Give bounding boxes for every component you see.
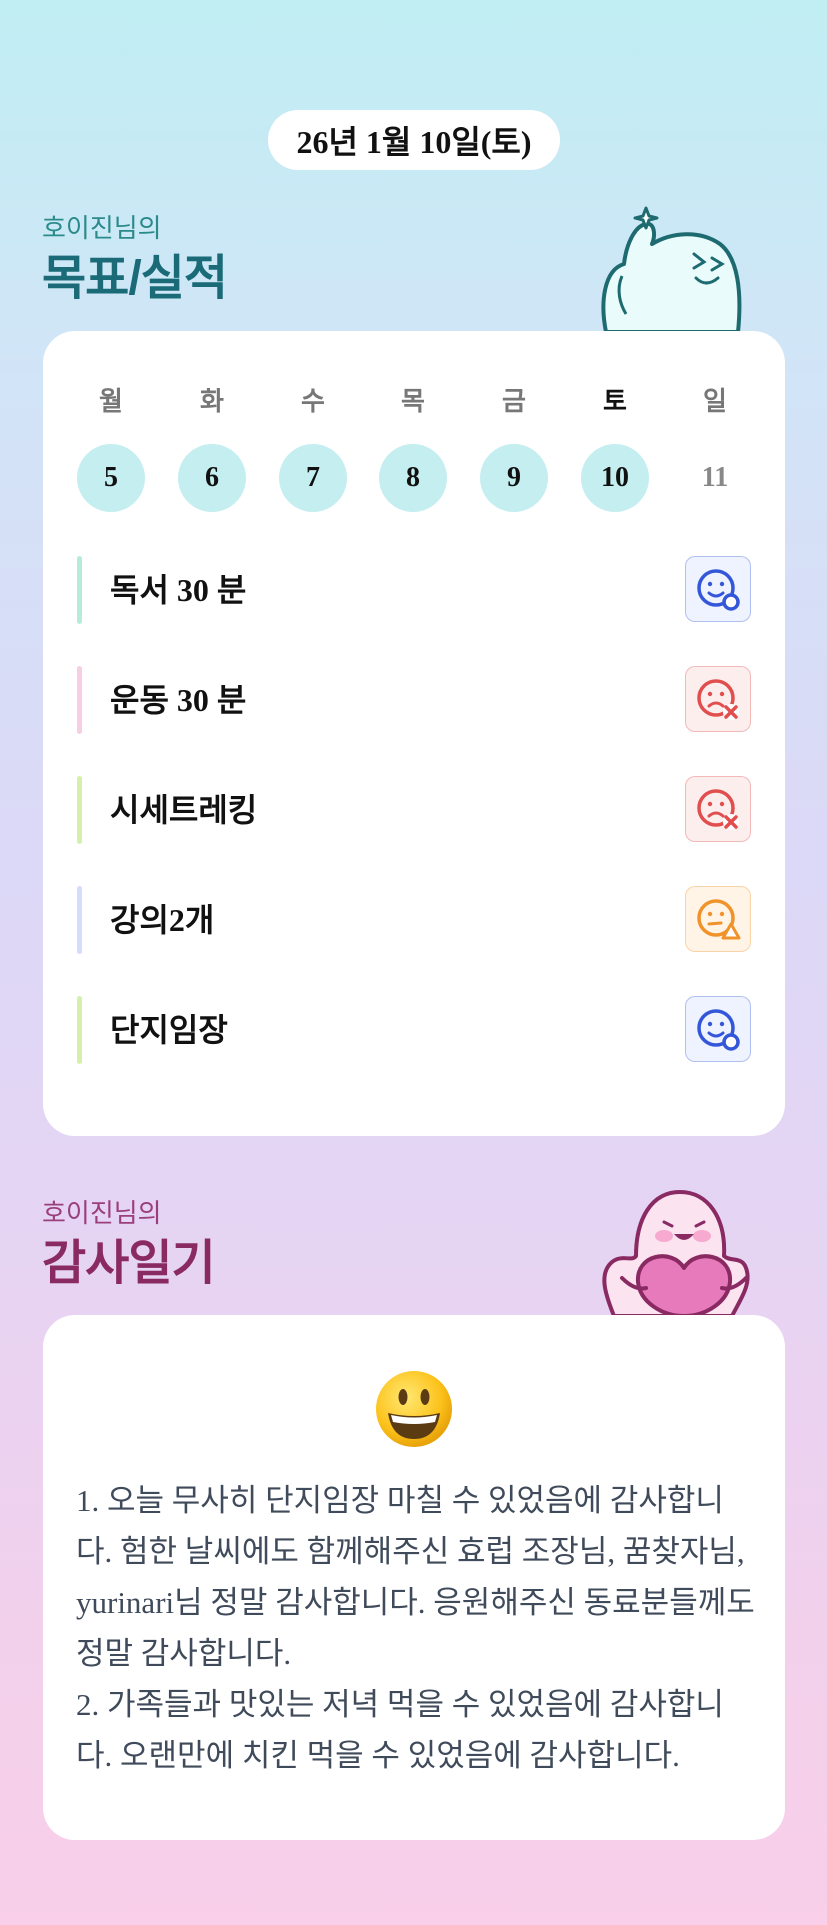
goal-text: 독서 30 분 xyxy=(110,572,247,608)
date-9-button[interactable]: 9 xyxy=(480,444,548,512)
weekday-fri-label: 금 xyxy=(502,386,526,416)
goals-card: 월 화 수 목 금 토 일 5 6 7 8 9 10 11 독서 30 분 운동… xyxy=(43,331,785,1136)
weekday-sat-label: 토 xyxy=(603,386,627,416)
goal-row[interactable]: 운동 30 분 xyxy=(77,666,751,734)
weekday-wed-label: 수 xyxy=(301,386,325,416)
weekday-mon-label: 월 xyxy=(99,386,123,416)
goal-row[interactable]: 시세트레킹 xyxy=(77,776,751,844)
goals-section-title: 목표/실적 xyxy=(42,252,228,305)
goal-color-bar xyxy=(77,666,82,734)
date-5-button[interactable]: 5 xyxy=(77,444,145,512)
weekday-sun-label: 일 xyxy=(703,386,727,416)
goal-text: 운동 30 분 xyxy=(110,682,247,718)
goal-row[interactable]: 강의2개 xyxy=(77,886,751,954)
goal-text: 단지임장 xyxy=(110,1012,228,1048)
gratitude-text: 1. 오늘 무사히 단지임장 마칠 수 있었음에 감사합니다. 험한 날씨에도 … xyxy=(76,1483,755,1773)
gratitude-card: 1. 오늘 무사히 단지임장 마칠 수 있었음에 감사합니다. 험한 날씨에도 … xyxy=(43,1315,785,1840)
sad-x-icon[interactable] xyxy=(685,776,751,842)
grinning-face-icon xyxy=(376,1371,452,1447)
heart-hugging-mascot-icon xyxy=(602,1190,750,1316)
goal-row[interactable]: 독서 30 분 xyxy=(77,556,751,624)
goal-text: 시세트레킹 xyxy=(110,792,258,828)
date-8-button[interactable]: 8 xyxy=(379,444,447,512)
goal-color-bar xyxy=(77,556,82,624)
date-10-button[interactable]: 10 xyxy=(581,444,649,512)
goal-color-bar xyxy=(77,776,82,844)
date-11-button[interactable]: 11 xyxy=(681,444,749,512)
goal-row[interactable]: 단지임장 xyxy=(77,996,751,1064)
neutral-triangle-icon[interactable] xyxy=(685,886,751,952)
date-7-button[interactable]: 7 xyxy=(279,444,347,512)
date-6-button[interactable]: 6 xyxy=(178,444,246,512)
goal-color-bar xyxy=(77,886,82,954)
date-badge: 26년 1월 10일(토) xyxy=(268,110,560,170)
smile-circle-icon[interactable] xyxy=(685,996,751,1062)
waving-mascot-icon xyxy=(601,206,742,332)
goal-color-bar xyxy=(77,996,82,1064)
sad-x-icon[interactable] xyxy=(685,666,751,732)
smile-circle-icon[interactable] xyxy=(685,556,751,622)
weekday-thu-label: 목 xyxy=(401,386,425,416)
weekday-tue-label: 화 xyxy=(200,386,224,416)
gratitude-section-title: 감사일기 xyxy=(42,1237,216,1290)
goal-text: 강의2개 xyxy=(110,902,215,938)
